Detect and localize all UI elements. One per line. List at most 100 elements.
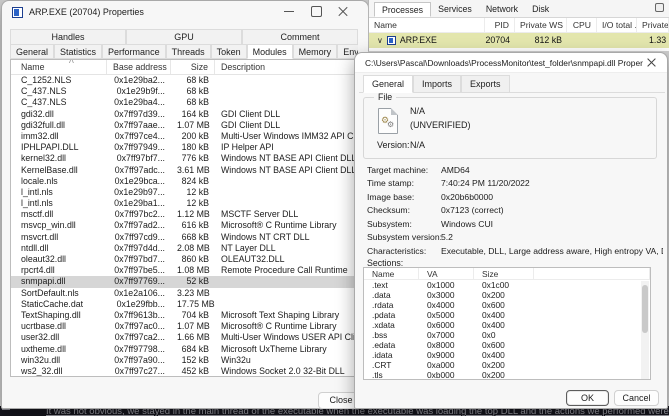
table-row[interactable]: ntdll.dll 0x7ff97d4d... 2.08 MB NT Layer…	[11, 243, 357, 254]
table-row[interactable]: StaticCache.dat 0x1e29fbb... 17.75 MB	[11, 299, 357, 310]
module-name: locale.nls	[11, 176, 107, 187]
field-row: Characteristics: Executable, DLL, Large …	[367, 244, 663, 258]
table-row[interactable]: msvcrt.dll 0x7ff97cd9... 668 kB Windows …	[11, 232, 357, 243]
chevron-down-icon[interactable]: ∨	[377, 33, 383, 48]
table-row[interactable]: C_1252.NLS 0x1e29ba2... 68 kB	[11, 75, 357, 86]
gear-icon: ⚙	[387, 120, 394, 129]
tab[interactable]: Services	[431, 2, 479, 17]
tab[interactable]: Network	[479, 2, 525, 17]
process-row-arp[interactable]: ∨ ARP.EXE 20704 812 kB 1.33	[369, 33, 669, 48]
column-header-base-address[interactable]: Base address	[107, 60, 171, 74]
table-row[interactable]: gdi32full.dll 0x7ff97aae... 1.07 MB GDI …	[11, 120, 357, 131]
column-header-cpu[interactable]: CPU	[567, 18, 597, 32]
field-label: Image base:	[367, 192, 441, 202]
titlebar[interactable]: ARP.EXE (20704) Properties	[2, 1, 368, 23]
table-row[interactable]: msvcp_win.dll 0x7ff97ad2... 616 kB Micro…	[11, 220, 357, 231]
column-header-name[interactable]: Name	[364, 268, 419, 280]
tab[interactable]: Processes	[374, 2, 431, 17]
field-label: Checksum:	[367, 205, 441, 215]
column-header-description[interactable]: Description	[215, 60, 357, 74]
maximize-icon[interactable]	[309, 4, 323, 18]
close-icon[interactable]	[645, 56, 659, 70]
column-header-name[interactable]: Name	[369, 18, 485, 32]
table-row[interactable]: oleaut32.dll 0x7ff97bd7... 860 kB OLEAUT…	[11, 254, 357, 265]
module-name: oleaut32.dll	[11, 254, 107, 265]
table-row[interactable]: C_437.NLS 0x1e29b9f... 68 kB	[11, 86, 357, 97]
column-header-name[interactable]: Name	[11, 60, 107, 74]
table-row[interactable]: l_intl.nls 0x1e29ba1... 12 kB	[11, 198, 357, 209]
table-row[interactable]: ucrtbase.dll 0x7ff97ac0... 1.07 MB Micro…	[11, 321, 357, 332]
dll-properties-dialog: C:\Users\Pascal\Downloads\ProcessMonitor…	[354, 52, 668, 409]
table-row[interactable]: KernelBase.dll 0x7ff97adc... 3.61 MB Win…	[11, 165, 357, 176]
tab[interactable]: General	[363, 75, 413, 93]
tab[interactable]: Imports	[413, 75, 461, 93]
module-size: 1.12 MB	[171, 209, 215, 220]
dialog-titlebar[interactable]: C:\Users\Pascal\Downloads\ProcessMonitor…	[355, 53, 667, 73]
table-row[interactable]: .idata 0x9000 0x400	[364, 350, 650, 360]
field-label: Time stamp:	[367, 178, 441, 188]
table-row[interactable]: C_437.NLS 0x1e29ba4... 68 kB	[11, 97, 357, 108]
tab[interactable]: Modules	[247, 44, 293, 59]
table-row[interactable]: .data 0x3000 0x200	[364, 290, 650, 300]
table-row[interactable]: msctf.dll 0x7ff97bc2... 1.12 MB MSCTF Se…	[11, 209, 357, 220]
table-row[interactable]: ws2_32.dll 0x7ff97c27... 452 kB Windows …	[11, 366, 357, 377]
table-row[interactable]: .text 0x1000 0x1c00	[364, 280, 650, 290]
table-row[interactable]: .edata 0x8000 0x600	[364, 340, 650, 350]
table-row[interactable]: .bss 0x7000 0x0	[364, 330, 650, 340]
ok-button[interactable]: OK	[566, 390, 609, 406]
close-icon[interactable]	[336, 4, 350, 18]
module-size: 68 kB	[171, 97, 215, 108]
field-label: Target machine:	[367, 165, 441, 175]
tab[interactable]: Comment	[242, 29, 358, 44]
tab[interactable]: Exports	[461, 75, 510, 93]
scrollbar[interactable]	[641, 281, 649, 380]
tab[interactable]: GPU	[126, 29, 242, 44]
module-name: snmpapi.dll	[11, 276, 107, 287]
tab[interactable]: Disk	[525, 2, 556, 17]
table-row[interactable]: SortDefault.nls 0x1e2a106... 3.23 MB	[11, 288, 357, 299]
tab[interactable]: Threads	[166, 44, 211, 59]
table-row[interactable]: .tls 0xb000 0x200	[364, 370, 650, 380]
table-row[interactable]: .CRT 0xa000 0x200	[364, 360, 650, 370]
table-row[interactable]: .pdata 0x5000 0x400	[364, 310, 650, 320]
section-name: .tls	[364, 370, 419, 380]
tab[interactable]: Performance	[102, 44, 166, 59]
table-row[interactable]: l_intl.nls 0x1e29b97... 12 kB	[11, 187, 357, 198]
table-row[interactable]: locale.nls 0x1e29bca... 824 kB	[11, 176, 357, 187]
table-row[interactable]: imm32.dll 0x7ff97ce4... 200 kB Multi-Use…	[11, 131, 357, 142]
maximize-icon[interactable]	[655, 3, 664, 12]
cancel-button[interactable]: Cancel	[614, 390, 659, 406]
table-row[interactable]: win32u.dll 0x7ff97a90... 152 kB Win32u	[11, 355, 357, 366]
column-header-size[interactable]: Size	[474, 268, 534, 280]
module-name: gdi32full.dll	[11, 120, 107, 131]
column-header-private-ws[interactable]: Private WS	[515, 18, 567, 32]
table-row[interactable]: gdi32.dll 0x7ff97d39... 164 kB GDI Clien…	[11, 109, 357, 120]
column-header-private-bytes[interactable]: Private b	[637, 18, 669, 32]
tab[interactable]: Token	[211, 44, 247, 59]
table-row[interactable]: snmpapi.dll 0x7ff97769... 52 kB	[11, 276, 357, 287]
table-row[interactable]: IPHLPAPI.DLL 0x7ff97949... 180 kB IP Hel…	[11, 142, 357, 153]
minimize-icon[interactable]	[282, 4, 296, 18]
column-header-pid[interactable]: PID	[485, 18, 515, 32]
column-header-size[interactable]: Size	[171, 60, 215, 74]
module-base-address: 0x7ff97aae...	[107, 120, 171, 131]
module-base-address: 0x7ff97ce4...	[107, 131, 171, 142]
module-size: 776 kB	[171, 153, 215, 164]
module-description: Multi-User Windows IMM32 API Client...	[215, 131, 357, 142]
scrollbar-thumb[interactable]	[642, 285, 648, 333]
table-row[interactable]: user32.dll 0x7ff97ca2... 1.66 MB Multi-U…	[11, 332, 357, 343]
table-row[interactable]: uxtheme.dll 0x7ff97798... 684 kB Microso…	[11, 344, 357, 355]
tab[interactable]: General	[10, 44, 54, 59]
tab[interactable]: Handles	[10, 29, 126, 44]
table-row[interactable]: rpcrt4.dll 0x7ff97be5... 1.08 MB Remote …	[11, 265, 357, 276]
tab[interactable]: Statistics	[54, 44, 102, 59]
section-size: 0x400	[474, 350, 534, 360]
tab[interactable]: Memory	[293, 44, 338, 59]
column-header-va[interactable]: VA	[419, 268, 474, 280]
column-header-io-total[interactable]: I/O total ...	[597, 18, 637, 32]
table-row[interactable]: TextShaping.dll 0x7ff9613b... 704 kB Mic…	[11, 310, 357, 321]
table-row[interactable]: .rdata 0x4000 0x600	[364, 300, 650, 310]
table-row[interactable]: .xdata 0x6000 0x400	[364, 320, 650, 330]
module-description: OLEAUT32.DLL	[215, 254, 357, 265]
table-row[interactable]: kernel32.dll 0x7ff97bf7... 776 kB Window…	[11, 153, 357, 164]
